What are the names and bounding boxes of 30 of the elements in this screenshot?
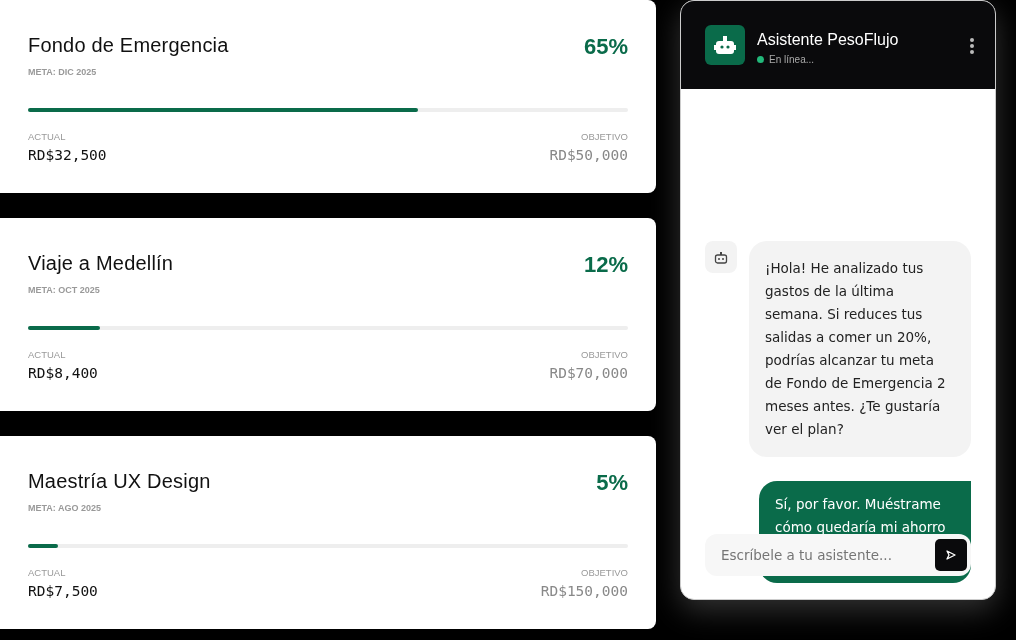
goal-title: Viaje a Medellín	[28, 251, 174, 276]
goal-title: Fondo de Emergencia	[28, 33, 229, 58]
target-amount: RD$150,000	[540, 581, 628, 601]
send-icon	[945, 549, 957, 561]
goal-title: Maestría UX Design	[28, 469, 211, 494]
send-button[interactable]	[935, 539, 967, 571]
goal-deadline: META: OCT 2025	[28, 284, 101, 297]
target-label: OBJETIVO	[580, 129, 628, 144]
current-amount: RD$32,500	[28, 145, 107, 165]
chat-title: Asistente PesoFlujo	[757, 30, 900, 50]
current-label: ACTUAL	[28, 129, 67, 144]
target-amount: RD$70,000	[549, 363, 628, 383]
target-label: OBJETIVO	[580, 565, 628, 580]
goal-percent: 12%	[583, 251, 628, 279]
goal-percent: 65%	[583, 33, 628, 61]
assistant-message: ¡Hola! He analizado tus gastos de la última semana. Si reduces tus salidas a comer un 20%, podrías alcanzar tu meta de Fondo de Emergencia 2 meses antes. ¿Te gustaría ver el plan?	[749, 241, 971, 457]
goal-deadline: META: AGO 2025	[28, 502, 102, 515]
current-label: ACTUAL	[28, 347, 67, 362]
target-label: OBJETIVO	[580, 347, 628, 362]
status-text: En línea...	[769, 53, 815, 67]
more-menu-icon[interactable]	[969, 37, 975, 55]
goal-deadline: META: DIC 2025	[28, 66, 98, 79]
robot-icon	[705, 241, 737, 273]
target-amount: RD$50,000	[549, 145, 628, 165]
robot-avatar-icon	[705, 25, 745, 65]
current-amount: RD$7,500	[28, 581, 98, 601]
current-amount: RD$8,400	[28, 363, 98, 383]
current-label: ACTUAL	[28, 565, 67, 580]
goal-percent: 5%	[596, 469, 628, 497]
message-input[interactable]: Escríbele a tu asistente...	[705, 534, 971, 576]
